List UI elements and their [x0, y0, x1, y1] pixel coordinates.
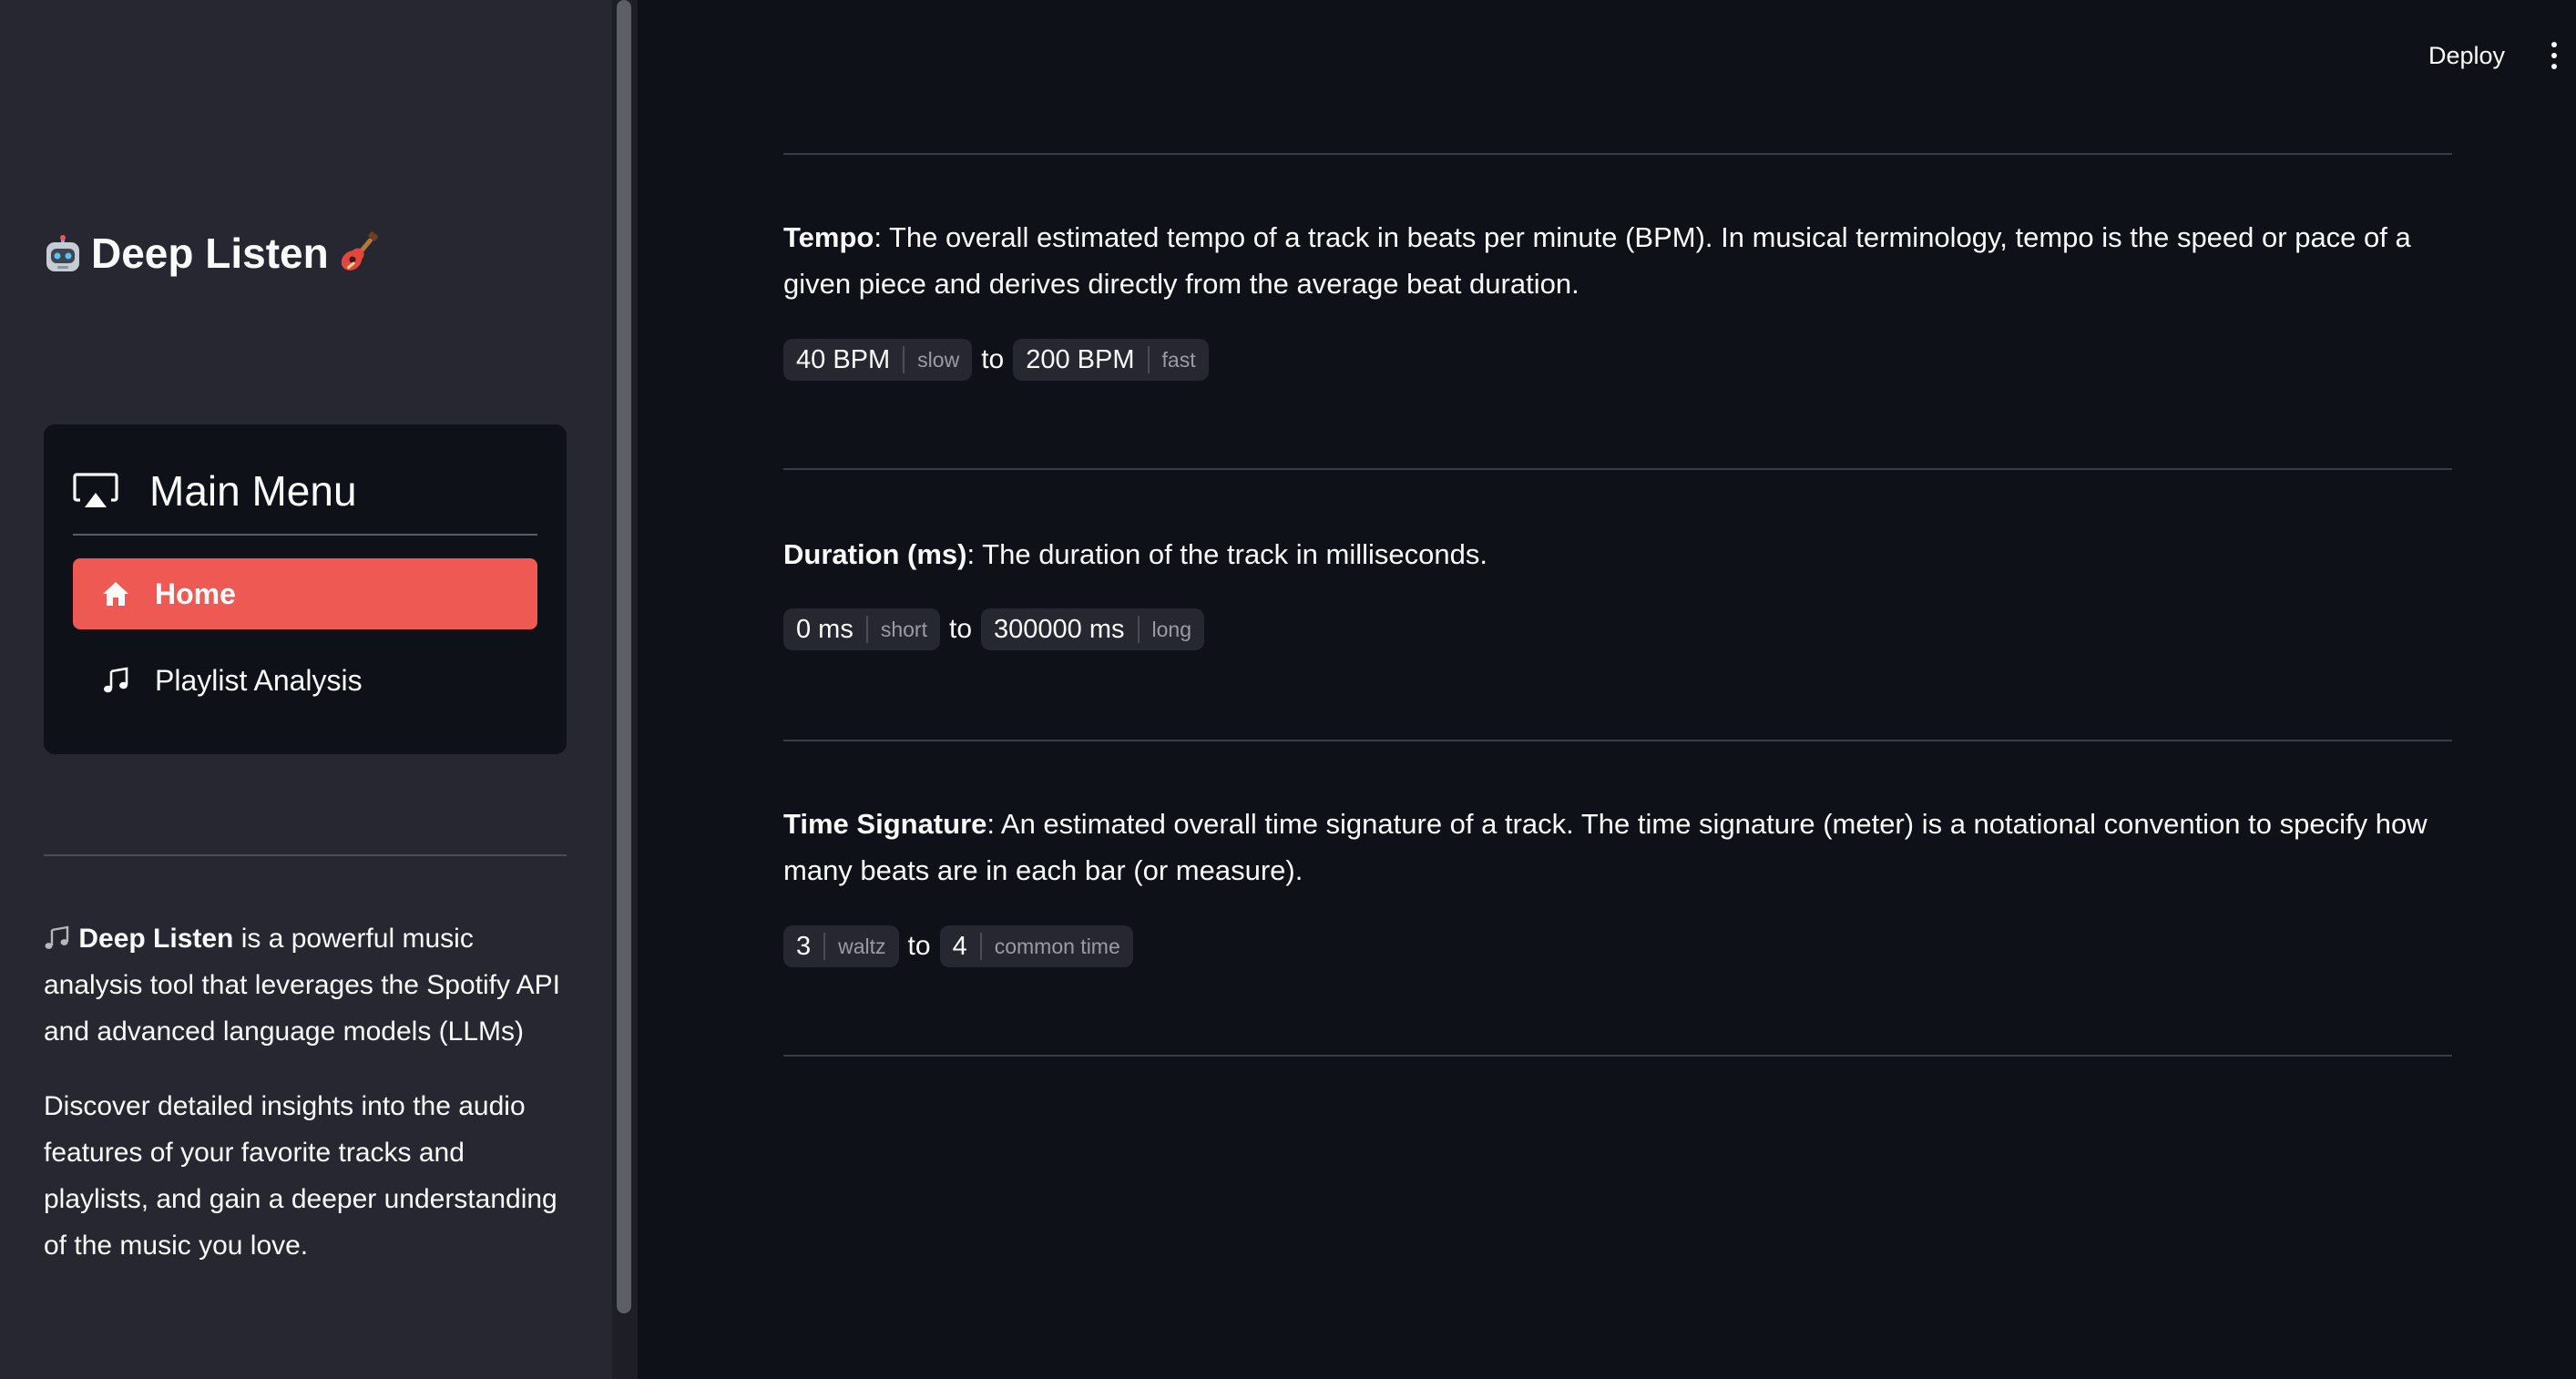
about-text: Deep Listen is a powerful music analysis… — [44, 915, 567, 1055]
badge-separator — [1147, 346, 1150, 373]
feature-text: : The overall estimated tempo of a track… — [783, 221, 2411, 300]
main-menu: Main Menu Home Playlist Analysis — [44, 424, 567, 754]
range-min-value: 3 — [796, 931, 812, 961]
menu-item-label: Home — [155, 577, 236, 610]
badge-separator — [979, 933, 982, 960]
feature-description-time-signature: Time Signature: An estimated overall tim… — [783, 801, 2452, 894]
range-to: to — [981, 344, 1005, 374]
more-options-icon[interactable] — [2543, 40, 2565, 71]
feature-description-duration: Duration (ms): The duration of the track… — [783, 531, 2452, 577]
app-title-text: Deep Listen — [91, 230, 329, 277]
app-title: Deep Listen — [44, 222, 567, 284]
feature-name: Tempo — [783, 221, 874, 253]
range-min-tag: short — [880, 617, 927, 641]
deploy-button[interactable]: Deploy — [2428, 36, 2505, 75]
range-min-tag: waltz — [838, 934, 886, 958]
range-max-value: 4 — [952, 931, 967, 961]
menu-header: Main Menu — [73, 461, 537, 521]
badge-separator — [1137, 616, 1140, 643]
range-max-tag: long — [1151, 617, 1191, 641]
divider — [783, 1055, 2452, 1057]
divider — [783, 153, 2452, 155]
range-max-tag: common time — [994, 934, 1120, 958]
music-notes-icon — [44, 919, 71, 949]
range-max-badge: 300000 ms long — [981, 608, 1204, 650]
badge-separator — [823, 933, 826, 960]
range-max-value: 200 BPM — [1026, 344, 1135, 374]
badge-separator — [865, 616, 868, 643]
range-min-tag: slow — [917, 347, 960, 372]
feature-text: : An estimated overall time signature of… — [783, 808, 2428, 886]
range-min-badge: 40 BPM slow — [783, 339, 973, 381]
sidebar: Deep Listen Main Menu Home Playlist Anal… — [0, 0, 612, 1379]
feature-name: Duration (ms) — [783, 538, 967, 570]
range-to: to — [948, 614, 973, 644]
discover-text: Discover detailed insights into the audi… — [44, 1091, 557, 1261]
menu-item-label: Playlist Analysis — [155, 663, 363, 697]
sidebar-scrollbar-thumb[interactable] — [617, 0, 631, 1313]
feature-name: Time Signature — [783, 808, 987, 840]
menu-item-home[interactable]: Home — [73, 558, 537, 629]
range-min-value: 40 BPM — [796, 344, 891, 374]
range-max-tag: fast — [1161, 347, 1196, 372]
guitar-icon — [338, 231, 382, 275]
feature-range-tempo: 40 BPM slow to 200 BPM fast — [783, 338, 1209, 382]
app-root: Deep Listen Main Menu Home Playlist Anal… — [0, 0, 2576, 1379]
sidebar-divider — [44, 854, 567, 856]
feature-range-duration: 0 ms short to 300000 ms long — [783, 608, 1204, 651]
range-min-badge: 3 waltz — [783, 925, 899, 967]
divider — [783, 468, 2452, 470]
house-icon — [102, 580, 129, 608]
feature-range-time-signature: 3 waltz to 4 common time — [783, 924, 1133, 968]
about-strong: Deep Listen — [78, 924, 234, 954]
range-max-value: 300000 ms — [994, 614, 1125, 644]
music-note-icon — [102, 667, 129, 694]
menu-divider — [73, 534, 537, 536]
feature-text: : The duration of the track in milliseco… — [966, 538, 1488, 570]
menu-title: Main Menu — [149, 467, 357, 515]
menu-item-playlist-analysis[interactable]: Playlist Analysis — [73, 645, 537, 716]
robot-icon — [44, 234, 82, 272]
airplay-icon — [73, 473, 118, 509]
feature-description-tempo: Tempo: The overall estimated tempo of a … — [783, 214, 2452, 307]
divider — [783, 740, 2452, 741]
range-max-badge: 200 BPM fast — [1013, 339, 1209, 381]
range-min-badge: 0 ms short — [783, 608, 940, 650]
range-max-badge: 4 common time — [939, 925, 1133, 967]
range-min-value: 0 ms — [796, 614, 854, 644]
range-to: to — [907, 931, 931, 961]
badge-separator — [903, 346, 905, 373]
